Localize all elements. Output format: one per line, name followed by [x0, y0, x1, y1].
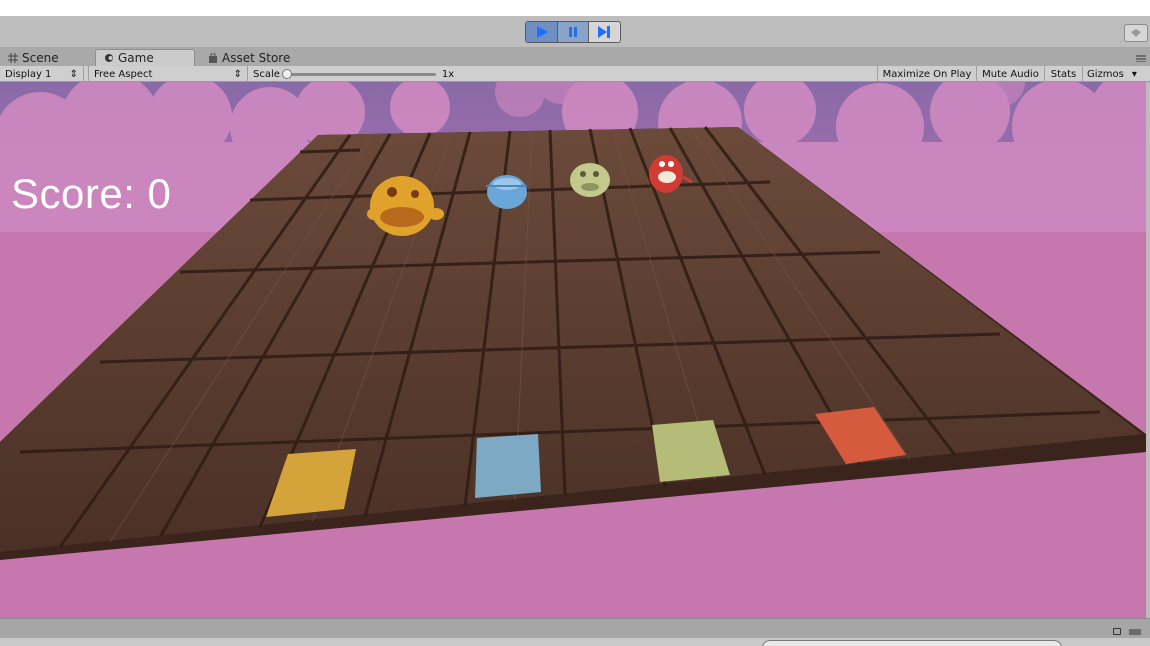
display-dropdown-value: Display 1 — [5, 68, 52, 80]
game-scene — [0, 82, 1146, 618]
blue-pad — [475, 434, 541, 498]
search-input[interactable] — [762, 640, 1062, 646]
tab-game[interactable]: Game — [95, 49, 195, 66]
tab-scene-label: Scene — [22, 50, 59, 65]
step-icon — [598, 26, 611, 38]
game-view-toolbar: Display 1 ⇕ Free Aspect ⇕ Scale 1x Maxim… — [0, 66, 1150, 82]
store-bag-icon — [209, 53, 217, 63]
stats-toggle[interactable]: Stats — [1044, 66, 1082, 82]
dropdown-arrows-icon: ⇕ — [233, 68, 242, 80]
play-icon — [536, 26, 548, 38]
pause-button[interactable] — [557, 22, 589, 42]
editor-tabs: Scene Game Asset Store — [0, 48, 1150, 66]
tab-scene[interactable]: Scene — [0, 49, 90, 66]
pause-icon — [568, 27, 577, 37]
play-button[interactable] — [526, 22, 558, 42]
maximize-on-play-label: Maximize On Play — [882, 68, 972, 80]
scale-control: Scale 1x — [253, 66, 454, 82]
display-dropdown[interactable]: Display 1 ⇕ — [0, 66, 84, 82]
scale-label: Scale — [253, 68, 280, 80]
grid-icon — [8, 52, 18, 63]
panel-menu-icon[interactable] — [1128, 629, 1142, 635]
scale-slider-handle[interactable] — [281, 68, 292, 79]
cloud-icon — [1131, 29, 1141, 37]
scale-slider[interactable] — [281, 68, 436, 79]
game-viewport[interactable]: Score: 0 — [0, 82, 1146, 618]
tab-asset-store[interactable]: Asset Store — [200, 49, 300, 66]
lock-icon[interactable] — [1113, 628, 1121, 635]
mute-audio-label: Mute Audio — [982, 68, 1039, 80]
green-monster — [570, 163, 610, 197]
gizmos-toggle[interactable]: Gizmos ▾ — [1082, 66, 1140, 82]
maximize-on-play-toggle[interactable]: Maximize On Play — [877, 66, 976, 82]
gizmos-label: Gizmos — [1087, 68, 1124, 80]
viewport-border — [1146, 82, 1150, 618]
playback-controls — [525, 21, 621, 43]
step-button[interactable] — [588, 22, 620, 42]
tab-asset-store-label: Asset Store — [222, 50, 291, 65]
dropdown-arrows-icon: ⇕ — [69, 68, 78, 80]
title-strip — [0, 0, 1150, 16]
collab-button[interactable] — [1124, 24, 1148, 42]
bottom-panel — [0, 618, 1150, 646]
game-controller-icon — [105, 54, 113, 62]
unity-editor-window: Scene Game Asset Store Display 1 ⇕ Free … — [0, 0, 1150, 646]
panel-menu-icon[interactable] — [1134, 52, 1146, 62]
main-toolbar — [0, 16, 1150, 48]
scale-value: 1x — [441, 68, 455, 80]
mute-audio-toggle[interactable]: Mute Audio — [976, 66, 1044, 82]
aspect-dropdown-value: Free Aspect — [94, 68, 153, 80]
chevron-down-icon[interactable]: ▾ — [1132, 69, 1137, 80]
aspect-dropdown[interactable]: Free Aspect ⇕ — [88, 66, 248, 82]
tab-game-label: Game — [118, 51, 154, 65]
score-label: Score: 0 — [11, 170, 172, 217]
stats-label: Stats — [1050, 68, 1077, 80]
